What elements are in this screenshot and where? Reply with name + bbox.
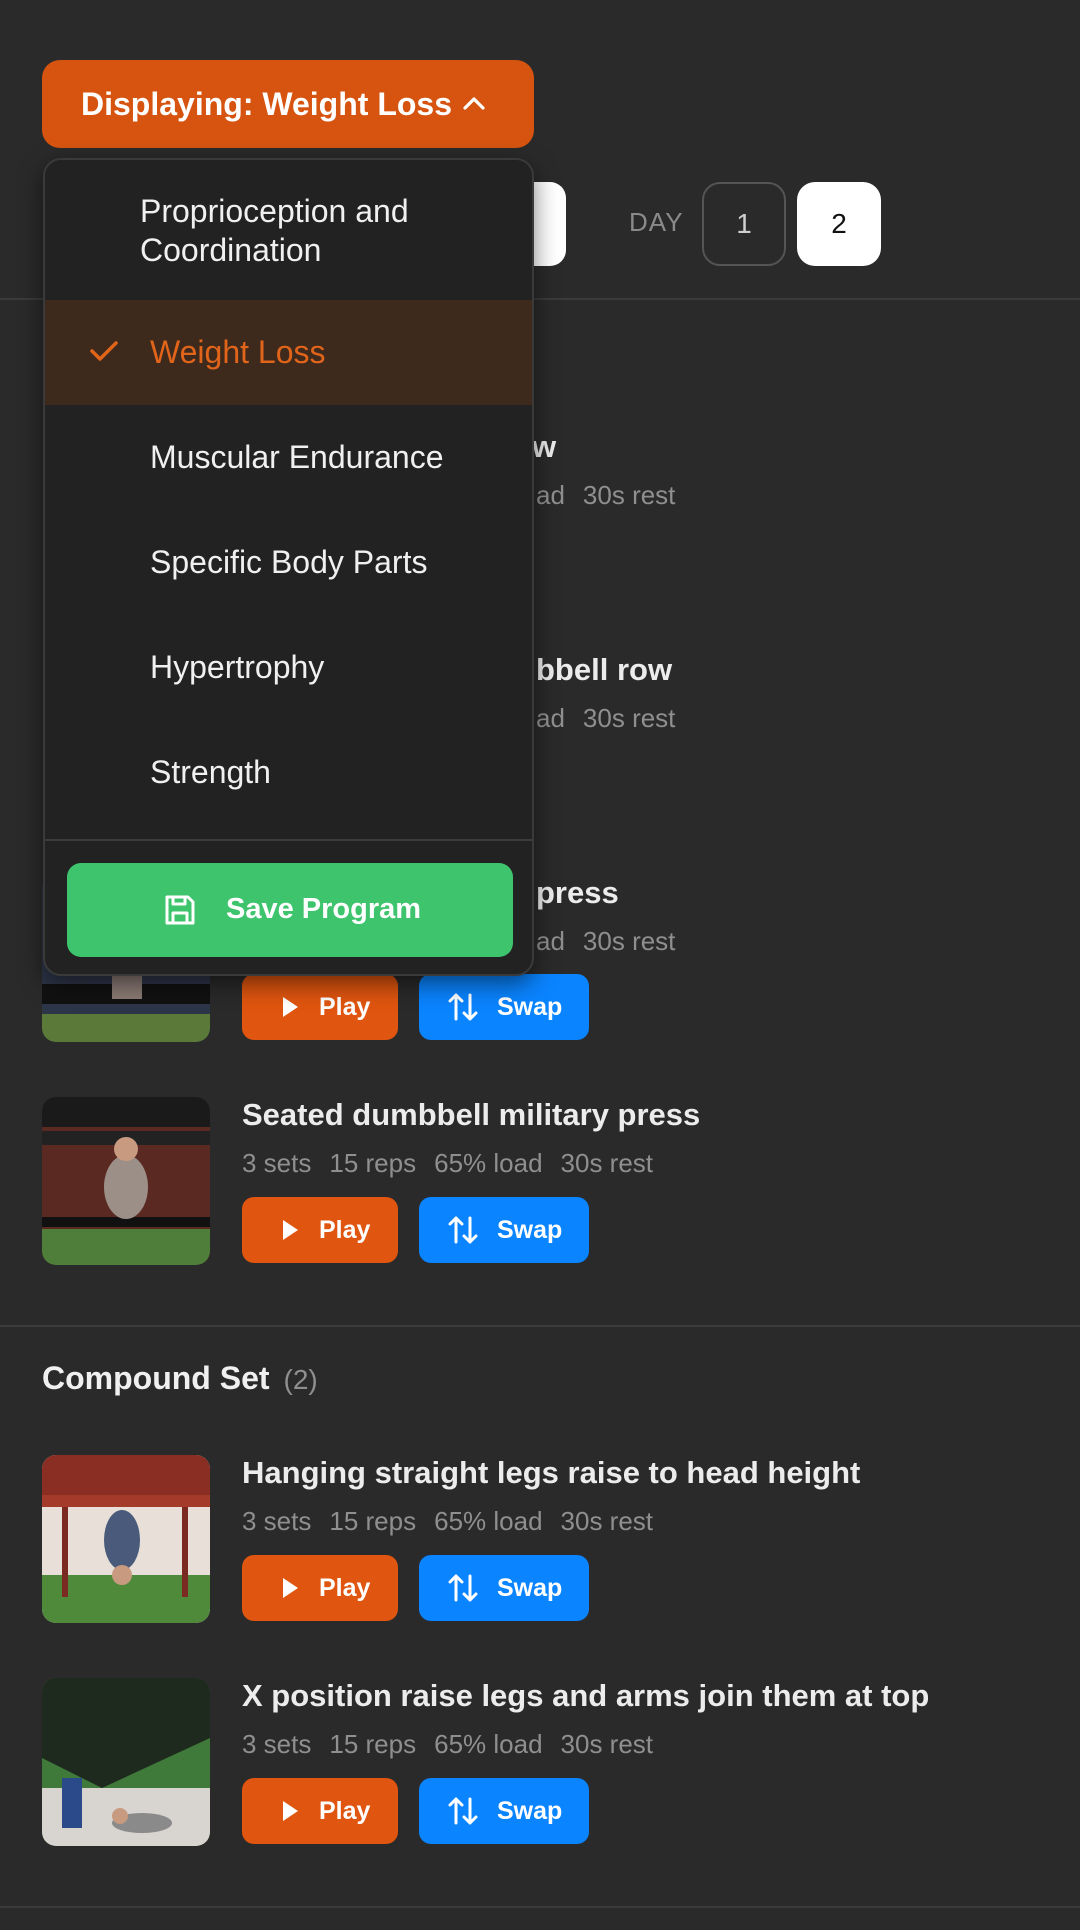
play-button[interactable]: Play [242,974,398,1040]
swap-button[interactable]: Swap [419,1197,589,1263]
dropdown-option-proprioception[interactable]: Proprioception and Coordination [45,160,532,300]
exercise-thumbnail[interactable] [42,1097,210,1265]
section-count: (2) [283,1364,318,1395]
divider [0,1906,1080,1908]
exercise-name: Seated dumbbell military press [242,1097,701,1132]
day-1-button[interactable]: 1 [702,182,786,266]
exercise-name: w [532,429,557,464]
play-button[interactable]: Play [242,1197,398,1263]
swap-arrows-icon [448,1216,478,1244]
dropdown-option-hypertrophy[interactable]: Hypertrophy [45,615,532,720]
list-item: X position raise legs and arms join them… [0,1678,1080,1848]
list-item: Seated dumbbell military press 3 sets 15 … [0,1097,1080,1267]
swap-button[interactable]: Swap [419,1778,589,1844]
floppy-disk-icon [165,895,195,925]
play-icon [283,1801,298,1821]
day-2-button[interactable]: 2 [797,182,881,266]
list-item: Hanging straight legs raise to head heig… [0,1455,1080,1625]
day-label: DAY [629,207,684,237]
play-button[interactable]: Play [242,1555,398,1621]
play-button[interactable]: Play [242,1778,398,1844]
exercise-stats: ad 30s rest [536,480,676,510]
exercise-thumbnail[interactable] [42,1678,210,1846]
play-icon [283,997,298,1017]
program-selector-label: Displaying: Weight Loss [81,85,452,122]
exercise-thumbnail[interactable] [42,1455,210,1623]
exercise-name: X position raise legs and arms join them… [242,1678,930,1713]
swap-button[interactable]: Swap [419,1555,589,1621]
dropdown-option-weight-loss[interactable]: Weight Loss [45,300,532,405]
play-icon [283,1220,298,1240]
section-title: Compound Set [42,1360,270,1396]
swap-button[interactable]: Swap [419,974,589,1040]
dropdown-option-specific-body-parts[interactable]: Specific Body Parts [45,510,532,615]
dropdown-option-muscular-endurance[interactable]: Muscular Endurance [45,405,532,510]
exercise-stats: 3 sets 15 reps 65% load 30s rest [242,1729,654,1759]
checkmark-icon [90,341,118,361]
chevron-up-icon [463,97,485,110]
divider [0,1325,1080,1327]
exercise-stats: ad 30s rest [536,703,676,733]
exercise-name: Hanging straight legs raise to head heig… [242,1455,861,1490]
program-dropdown: Proprioception and Coordination Weight L… [43,158,534,976]
save-program-button[interactable]: Save Program [67,863,513,957]
dropdown-option-strength[interactable]: Strength [45,720,532,825]
play-icon [283,1578,298,1598]
section-header: Compound Set (2) [42,1360,318,1397]
exercise-name: bbell row [536,652,673,687]
exercise-stats: 3 sets 15 reps 65% load 30s rest [242,1506,654,1536]
exercise-stats: 3 sets 15 reps 65% load 30s rest [242,1148,654,1178]
program-selector-button[interactable]: Displaying: Weight Loss [42,60,534,148]
swap-arrows-icon [448,1574,478,1602]
dropdown-divider [45,839,532,841]
swap-arrows-icon [448,993,478,1021]
swap-arrows-icon [448,1797,478,1825]
